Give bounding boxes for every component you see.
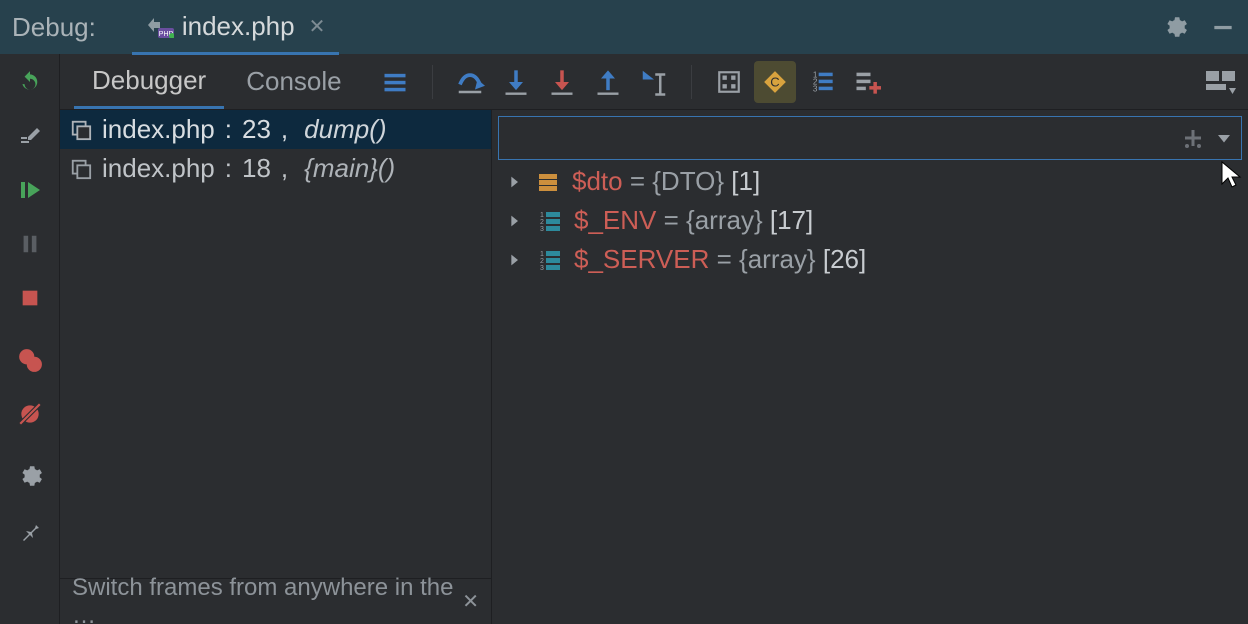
rerun-icon[interactable] (16, 68, 44, 96)
close-icon[interactable]: ✕ (309, 14, 326, 39)
svg-text:3: 3 (540, 265, 544, 272)
debug-toolbar: Debugger Console (60, 54, 1248, 110)
variable-name: $_ENV (574, 205, 656, 235)
file-tabs: PHP index.php ✕ (132, 0, 340, 54)
variable-type: {DTO} (652, 166, 724, 196)
threads-icon[interactable] (374, 61, 416, 103)
variable-count: [1] (731, 166, 760, 196)
variable-row[interactable]: 1 2 3 $_SERVER = {array} [26] (492, 240, 1248, 279)
svg-text:3: 3 (540, 226, 544, 233)
variable-type: {array} (739, 244, 816, 274)
run-to-cursor-icon[interactable] (633, 61, 675, 103)
tip-text: Switch frames from anywhere in the … (72, 574, 462, 624)
modify-run-config-icon[interactable] (16, 122, 44, 150)
chevron-right-icon[interactable] (506, 174, 524, 190)
object-icon (536, 170, 560, 194)
pause-icon[interactable] (16, 230, 44, 258)
view-breakpoints-icon[interactable] (16, 346, 44, 374)
frame-row[interactable]: index.php:18, {main}() (60, 149, 491, 188)
separator (432, 65, 433, 99)
evaluate-expression-icon[interactable] (708, 61, 750, 103)
tab-console[interactable]: Console (228, 54, 359, 109)
debug-label: Debug: (12, 12, 96, 43)
mute-breakpoints-icon[interactable] (16, 400, 44, 428)
debugger-settings-gear-icon[interactable] (16, 462, 44, 490)
frames-panel: index.php:23, dump() index.php:18, {main… (60, 110, 492, 624)
layout-settings-icon[interactable] (1200, 61, 1242, 103)
file-tab-index-php[interactable]: PHP index.php ✕ (132, 1, 340, 55)
content-area: Debugger Console (60, 54, 1248, 624)
step-out-icon[interactable] (587, 61, 629, 103)
frames-list: index.php:23, dump() index.php:18, {main… (60, 110, 491, 578)
frame-row[interactable]: index.php:23, dump() (60, 110, 491, 149)
variable-name: $_SERVER (574, 244, 709, 274)
settings-gear-icon[interactable] (1162, 14, 1188, 40)
frame-call: dump() (304, 114, 386, 145)
frame-file: index.php (102, 114, 215, 145)
separator (691, 65, 692, 99)
resume-icon[interactable] (16, 176, 44, 204)
titlebar: Debug: PHP index.php ✕ (0, 0, 1248, 54)
variable-count: [17] (770, 205, 813, 235)
frame-line: 18 (242, 153, 271, 184)
sort-values-icon[interactable]: 1 2 3 (800, 61, 842, 103)
php-file-icon: PHP (146, 16, 174, 38)
pin-icon[interactable] (16, 516, 44, 544)
panels: index.php:23, dump() index.php:18, {main… (60, 110, 1248, 624)
svg-text:1: 1 (540, 251, 544, 258)
svg-text:2: 2 (540, 219, 544, 226)
variable-name: $dto (572, 166, 623, 196)
force-step-into-icon[interactable] (541, 61, 583, 103)
array-icon: 1 2 3 (536, 209, 562, 233)
main-row: Debugger Console (0, 54, 1248, 624)
chevron-right-icon[interactable] (506, 213, 524, 229)
chevron-right-icon[interactable] (506, 252, 524, 268)
variable-row[interactable]: 1 2 3 $_ENV = {array} [17] (492, 201, 1248, 240)
variable-count: [26] (823, 244, 866, 274)
svg-text:1: 1 (540, 212, 544, 219)
stackframe-icon (70, 119, 92, 141)
variable-type: {array} (686, 205, 763, 235)
add-to-watches-icon[interactable] (1181, 126, 1205, 150)
step-into-icon[interactable] (495, 61, 537, 103)
add-watch-icon[interactable] (846, 61, 888, 103)
variables-panel: $dto = {DTO} [1] 1 2 3 (492, 110, 1248, 624)
svg-text:3: 3 (812, 84, 817, 93)
minimize-icon[interactable] (1210, 14, 1236, 40)
svg-text:2: 2 (540, 258, 544, 265)
array-icon: 1 2 3 (536, 248, 562, 272)
evaluate-input[interactable] (498, 116, 1242, 160)
trace-icon[interactable]: C (754, 61, 796, 103)
tip-bar: Switch frames from anywhere in the … ✕ (60, 578, 491, 624)
frame-call: {main}() (304, 153, 395, 184)
svg-text:C: C (770, 74, 779, 89)
stackframe-icon (70, 158, 92, 180)
frame-line: 23 (242, 114, 271, 145)
tab-debugger[interactable]: Debugger (74, 54, 224, 109)
close-icon[interactable]: ✕ (462, 589, 479, 614)
history-dropdown-icon[interactable] (1215, 129, 1233, 147)
file-tab-label: index.php (182, 11, 295, 42)
titlebar-right (1162, 14, 1236, 40)
debug-action-rail (0, 54, 60, 624)
stop-icon[interactable] (16, 284, 44, 312)
variable-row[interactable]: $dto = {DTO} [1] (492, 162, 1248, 201)
frame-file: index.php (102, 153, 215, 184)
step-over-icon[interactable] (449, 61, 491, 103)
